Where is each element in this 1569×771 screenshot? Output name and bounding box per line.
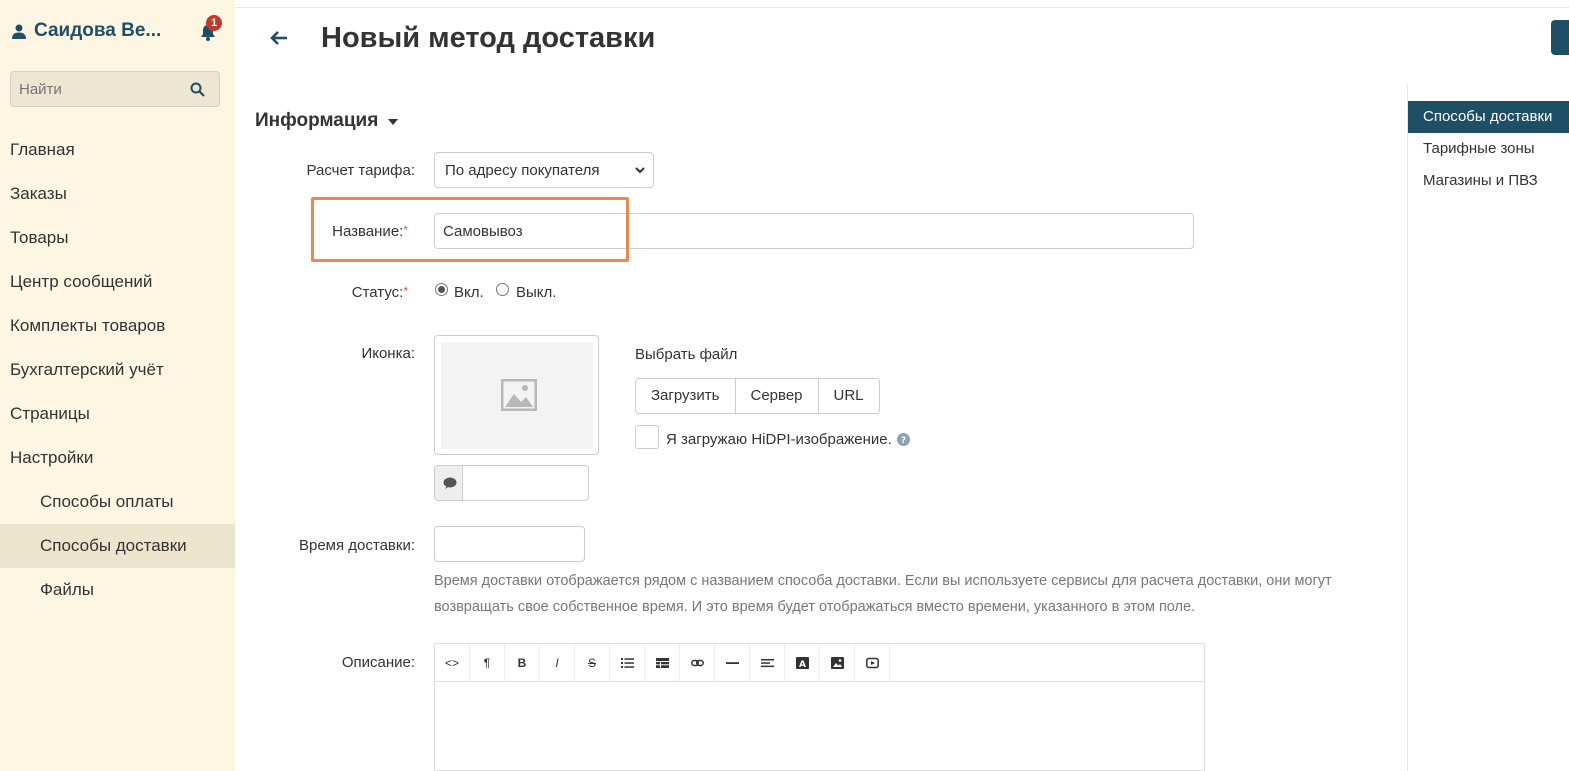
link-button[interactable] — [680, 644, 715, 681]
italic-button[interactable]: I — [540, 644, 575, 681]
comment-addon — [435, 466, 463, 500]
strike-icon: S — [587, 655, 596, 670]
hidpi-label-text: Я загружаю HiDPI-изображение. — [666, 431, 892, 448]
video-button[interactable] — [855, 644, 890, 681]
code-icon: <> — [444, 655, 459, 670]
status-required-mark: * — [403, 284, 408, 298]
sidebar-nav: Главная Заказы Товары Центр сообщений Ко… — [0, 128, 235, 612]
sidebar-item-settings[interactable]: Настройки — [0, 436, 235, 480]
hr-button[interactable] — [715, 644, 750, 681]
status-on-radio[interactable] — [435, 283, 448, 296]
highlight-frame — [311, 197, 629, 262]
align-button[interactable] — [750, 644, 785, 681]
sidebar-item-home[interactable]: Главная — [0, 128, 235, 172]
image-button[interactable] — [820, 644, 855, 681]
hidpi-label: Я загружаю HiDPI-изображение. ? — [666, 431, 910, 448]
rnav-item-stores[interactable]: Магазины и ПВЗ — [1408, 165, 1569, 197]
strike-button[interactable]: S — [575, 644, 610, 681]
hr-icon — [725, 661, 739, 664]
help-icon[interactable]: ? — [896, 433, 910, 446]
save-button[interactable] — [1551, 20, 1569, 55]
sidebar-item-accounting[interactable]: Бухгалтерский учёт — [0, 348, 235, 392]
hidpi-checkbox[interactable] — [635, 425, 659, 449]
sidebar: Саидова Ве... 1 Главная Заказы Товары Це… — [0, 0, 235, 771]
search-box — [10, 71, 220, 107]
choose-file-label: Выбрать файл — [635, 346, 738, 363]
table-icon — [655, 657, 669, 668]
paragraph-button[interactable]: ¶ — [470, 644, 505, 681]
delivery-time-hint-line2: возвращать свое собственное время. И это… — [434, 599, 1196, 615]
svg-text:A: A — [799, 660, 806, 669]
image-icon — [830, 656, 844, 669]
status-off-label: Выкл. — [516, 284, 557, 301]
user-menu[interactable]: Саидова Ве... — [12, 20, 161, 42]
font-color-icon: A — [795, 656, 809, 669]
sidebar-item-orders[interactable]: Заказы — [0, 172, 235, 216]
description-label: Описание: — [341, 654, 415, 671]
comment-icon — [443, 477, 457, 489]
description-editor: <> ¶ B I S A — [434, 643, 1205, 771]
font-color-button[interactable]: A — [785, 644, 820, 681]
search-icon[interactable] — [190, 82, 205, 97]
sidebar-item-pages[interactable]: Страницы — [0, 392, 235, 436]
delivery-time-label: Время доставки: — [298, 537, 415, 554]
upload-source-group: Загрузить Сервер URL — [635, 378, 880, 414]
tariff-select-value: По адресу покупателя — [445, 162, 600, 179]
sidebar-item-products[interactable]: Товары — [0, 216, 235, 260]
status-label-text: Статус: — [351, 284, 404, 301]
tariff-select[interactable]: По адресу покупателя — [434, 152, 654, 188]
delivery-time-hint: Время доставки отображается рядом с назв… — [434, 568, 1364, 620]
list-icon — [620, 657, 634, 668]
table-button[interactable] — [645, 644, 680, 681]
right-nav: Способы доставки Тарифные зоны Магазины … — [1407, 84, 1569, 771]
chevron-down-icon — [635, 167, 645, 174]
top-strip — [138, 0, 1569, 8]
image-placeholder-icon — [501, 379, 537, 411]
code-view-button[interactable]: <> — [435, 644, 470, 681]
description-textarea[interactable] — [435, 682, 1204, 770]
url-button[interactable]: URL — [818, 379, 879, 413]
tariff-label: Расчет тарифа: — [306, 162, 416, 179]
user-name: Саидова Ве... — [34, 20, 162, 41]
sidebar-item-bundles[interactable]: Комплекты товаров — [0, 304, 235, 348]
sidebar-item-delivery-methods[interactable]: Способы доставки — [0, 524, 235, 568]
back-arrow-icon[interactable] — [270, 30, 288, 46]
icon-preview[interactable] — [434, 335, 599, 455]
svg-text:?: ? — [901, 436, 906, 446]
section-title: Информация — [255, 110, 379, 131]
icon-label: Иконка: — [361, 345, 415, 362]
icon-preview-area — [441, 342, 593, 449]
sidebar-item-payment-methods[interactable]: Способы оплаты — [0, 480, 235, 524]
page-title: Новый метод доставки — [321, 22, 656, 54]
editor-toolbar: <> ¶ B I S A — [435, 644, 1204, 682]
list-button[interactable] — [610, 644, 645, 681]
upload-button[interactable]: Загрузить — [636, 379, 736, 413]
status-off-radio[interactable] — [496, 283, 509, 296]
bold-button[interactable]: B — [505, 644, 540, 681]
link-icon — [690, 659, 704, 666]
server-button[interactable]: Сервер — [735, 379, 819, 413]
italic-icon: I — [555, 655, 559, 670]
status-on-label: Вкл. — [454, 284, 484, 301]
align-icon — [760, 658, 774, 667]
rnav-item-delivery-methods[interactable]: Способы доставки — [1408, 101, 1569, 133]
rnav-item-tariff-zones[interactable]: Тарифные зоны — [1408, 133, 1569, 165]
video-icon — [865, 657, 879, 668]
bold-icon: B — [517, 655, 527, 670]
search-input[interactable] — [11, 72, 181, 106]
sidebar-item-messages[interactable]: Центр сообщений — [0, 260, 235, 304]
sidebar-item-files[interactable]: Файлы — [0, 568, 235, 612]
caret-down-icon — [388, 119, 399, 125]
paragraph-icon: ¶ — [483, 655, 491, 670]
delivery-time-input[interactable] — [434, 526, 585, 562]
status-label: Статус:* — [238, 284, 408, 301]
icon-alt-input[interactable] — [434, 465, 589, 501]
notification-badge: 1 — [206, 15, 222, 31]
section-info-toggle[interactable]: Информация — [255, 110, 399, 132]
delivery-time-hint-line1: Время доставки отображается рядом с назв… — [434, 573, 1332, 589]
user-icon — [12, 24, 26, 39]
